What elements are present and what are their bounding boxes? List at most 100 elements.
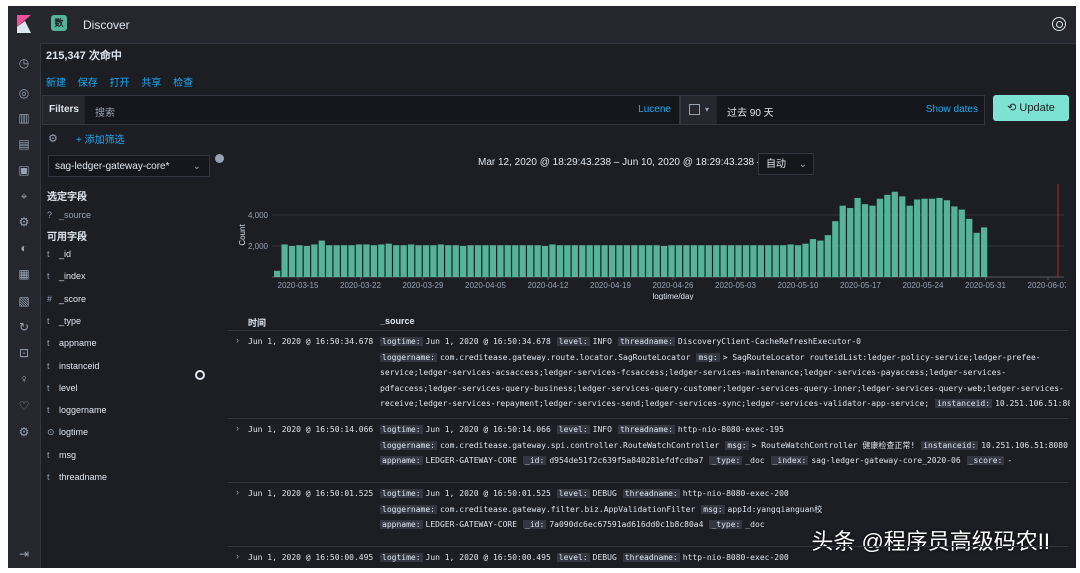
source-line: appname: LEDGER-GATEWAY-CORE _id: 7a090dc6e… [380, 517, 1070, 533]
field-name: _score [59, 293, 87, 304]
infra-icon[interactable]: ◐ [16, 240, 32, 256]
update-label: Update [1019, 102, 1055, 114]
field-item[interactable]: ⊙ logtime [47, 427, 88, 438]
expand-row-icon[interactable]: › [236, 423, 239, 433]
field-value: com.creditease.gateway.filter.biz.AppVal… [439, 504, 696, 514]
field-key: _id: [523, 520, 547, 529]
uptime-icon[interactable]: ↻ [16, 319, 32, 335]
filter-settings-icon[interactable]: ⚙ [48, 132, 58, 145]
show-dates-link[interactable]: Show dates [926, 104, 978, 115]
field-item[interactable]: ? _source [47, 210, 91, 220]
field-value: LEDGER-GATEWAY-CORE [425, 520, 518, 529]
menu-save[interactable]: 保存 [78, 78, 98, 89]
query-language-button[interactable]: Lucene [638, 104, 671, 115]
col-header-source[interactable]: _source [380, 316, 415, 326]
index-pattern-select[interactable]: sag-ledger-gateway-core* ⌄ [48, 155, 210, 177]
histogram-bar [549, 244, 556, 277]
devtools-icon[interactable]: ♀ [16, 371, 32, 387]
chevron-down-icon: ▾ [705, 105, 710, 114]
histogram-bar [430, 245, 437, 277]
menu-inspect[interactable]: 检查 [173, 78, 193, 89]
update-button[interactable]: ⟲ Update [993, 95, 1069, 121]
menu-share[interactable]: 共享 [141, 78, 161, 89]
histogram-bar [780, 245, 787, 277]
maps-icon[interactable]: ⌖ [16, 188, 32, 204]
histogram-bar [943, 200, 951, 277]
expand-row-icon[interactable]: › [236, 551, 239, 561]
histogram-bar [675, 245, 683, 277]
menu-new[interactable]: 新建 [46, 78, 66, 89]
available-fields-heading: 可用字段 [47, 232, 87, 243]
field-item[interactable]: t level [47, 383, 78, 393]
monitoring-icon[interactable]: ♡ [16, 398, 32, 414]
recent-icon[interactable]: ◷ [16, 55, 32, 71]
histogram-bar [854, 197, 861, 277]
field-key: level: [556, 337, 590, 346]
field-type-icon: t [47, 472, 50, 482]
field-value: pdfaccess;ledger-services-query-business… [380, 383, 1064, 393]
field-key: logtime: [380, 337, 423, 346]
field-key: threadname: [622, 489, 680, 498]
field-key: logtime: [380, 489, 423, 498]
siem-icon[interactable]: ⊡ [16, 345, 32, 361]
histogram-bar [794, 245, 802, 277]
filters-button[interactable]: Filters [43, 96, 85, 124]
source-line: loggername: com.creditease.gateway.spi.co… [380, 438, 1070, 454]
collapse-nav-icon[interactable]: ⇥ [16, 546, 32, 562]
field-item[interactable]: t _type [47, 316, 81, 326]
field-value: d954de51f2c639f5a840281efdfcdba7 [549, 456, 704, 465]
visualize-icon[interactable]: ▥ [16, 110, 32, 126]
apm-icon[interactable]: ▧ [16, 293, 32, 309]
field-key: _type: [709, 456, 743, 465]
add-filter-link[interactable]: + 添加筛选 [76, 131, 125, 146]
row-time: Jun 1, 2020 @ 16:50:14.066 [248, 425, 374, 434]
management-icon[interactable]: ⚙ [16, 424, 32, 440]
field-item[interactable]: t appname [47, 338, 97, 348]
histogram-bar [899, 196, 906, 277]
field-value: - [1007, 456, 1013, 465]
field-value: sag-ledger-gateway-core_2020-06 [811, 456, 961, 465]
histogram-bar [772, 245, 779, 277]
field-item[interactable]: # _score [47, 294, 86, 304]
expand-row-icon[interactable]: › [236, 487, 239, 497]
histogram-bar [326, 245, 333, 277]
histogram-bar [966, 218, 973, 277]
expand-row-icon[interactable]: › [236, 335, 239, 345]
menu-open[interactable]: 打开 [110, 78, 130, 89]
ml-icon[interactable]: ⚙ [16, 214, 32, 230]
field-settings-icon[interactable] [195, 370, 205, 380]
field-item[interactable]: t msg [47, 450, 76, 460]
x-tick-label: 2020-04-05 [465, 281, 506, 290]
field-item[interactable]: t instanceid [47, 361, 100, 371]
field-item[interactable]: t threadname [47, 472, 107, 482]
histogram-bar [884, 194, 891, 277]
quick-select-button[interactable]: ▾ [681, 96, 717, 124]
field-item[interactable]: t _id [47, 249, 71, 259]
discover-icon[interactable]: ◎ [16, 85, 32, 101]
collapse-sidebar-icon[interactable] [215, 154, 224, 163]
kibana-logo-icon[interactable] [16, 15, 32, 33]
histogram-bar [981, 227, 988, 277]
canvas-icon[interactable]: ▣ [16, 162, 32, 178]
field-value: Jun 1, 2020 @ 16:50:01.525 [425, 489, 551, 498]
search-input[interactable]: 搜索 [95, 104, 115, 119]
histogram-bar [288, 246, 296, 277]
help-icon[interactable] [1052, 17, 1066, 31]
field-name: instanceid [59, 360, 100, 371]
field-key: _score: [966, 456, 1005, 465]
x-tick-label: 2020-03-15 [278, 281, 319, 290]
histogram-bar [847, 208, 854, 277]
dashboard-icon[interactable]: ▤ [16, 136, 32, 152]
field-key: threadname: [622, 553, 680, 562]
field-item[interactable]: t _index [47, 271, 86, 281]
field-value: > SagRouteLocator routeidList:ledger-pol… [722, 352, 1041, 362]
logs-icon[interactable]: ▦ [16, 266, 32, 282]
field-item[interactable]: t loggername [47, 405, 107, 415]
field-value: appId:yangqianguan校 [727, 504, 823, 514]
field-value: DEBUG [592, 553, 617, 562]
field-value: http-nio-8080-exec-200 [682, 489, 789, 498]
interval-select[interactable]: 自动 ⌄ [758, 153, 814, 175]
time-range-text[interactable]: 过去 90 天 [727, 104, 774, 119]
col-header-time[interactable]: 时间 [248, 316, 266, 329]
field-type-icon: # [47, 293, 53, 304]
